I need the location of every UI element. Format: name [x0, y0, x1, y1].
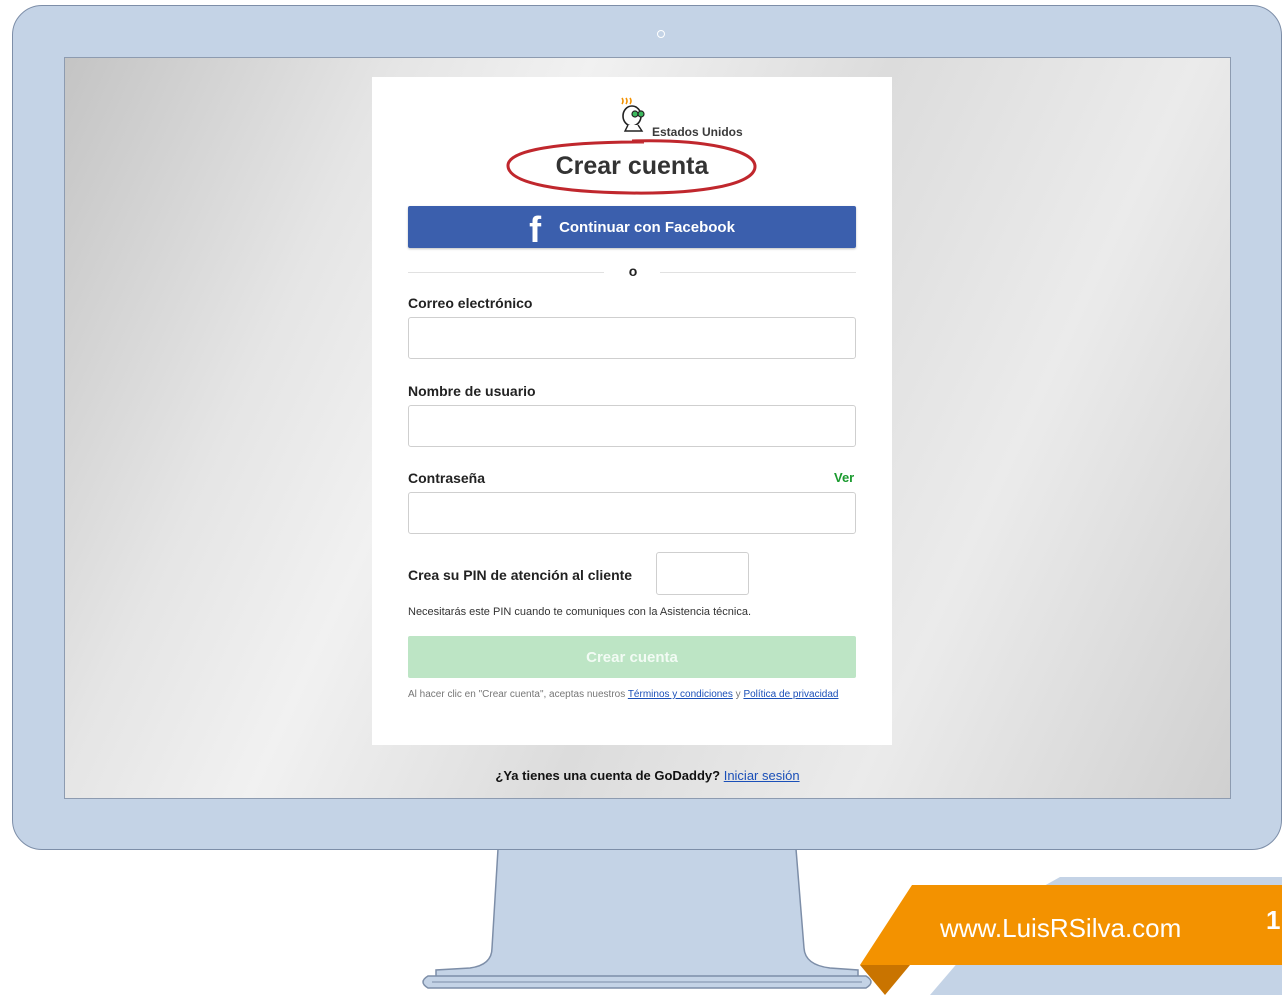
- password-field[interactable]: [408, 492, 856, 534]
- terms-link[interactable]: Términos y condiciones: [628, 689, 733, 700]
- login-prompt: ¿Ya tienes una cuenta de GoDaddy? Inicia…: [65, 768, 1230, 783]
- facebook-icon: f: [529, 209, 542, 250]
- terms-prefix: Al hacer clic en "Crear cuenta", aceptas…: [408, 689, 626, 700]
- signup-card: Estados Unidos Crear cuenta f Continuar …: [372, 77, 892, 745]
- annotation-circle: [506, 139, 757, 195]
- show-password-link[interactable]: Ver: [834, 470, 854, 485]
- monitor-screen: Estados Unidos Crear cuenta f Continuar …: [64, 57, 1231, 799]
- terms-and: y: [735, 689, 741, 700]
- login-link[interactable]: Iniciar sesión: [724, 768, 800, 783]
- facebook-button[interactable]: f Continuar con Facebook: [408, 206, 856, 250]
- terms-notice: Al hacer clic en "Crear cuenta", aceptas…: [408, 684, 858, 706]
- divider-or: o: [628, 263, 638, 279]
- camera-icon: [657, 30, 665, 38]
- watermark-website: www.LuisRSilva.com: [940, 913, 1182, 943]
- facebook-button-label: Continuar con Facebook: [559, 218, 735, 236]
- create-account-button[interactable]: Crear cuenta: [408, 636, 856, 678]
- username-label: Nombre de usuario: [408, 383, 536, 399]
- privacy-link[interactable]: Política de privacidad: [743, 689, 838, 700]
- pin-label: Crea su PIN de atención al cliente: [408, 567, 633, 583]
- email-label: Correo electrónico: [408, 295, 533, 311]
- divider-right: [660, 272, 856, 273]
- pin-field[interactable]: [656, 552, 749, 595]
- divider-left: [408, 272, 604, 273]
- email-field[interactable]: [408, 317, 856, 359]
- pin-help-text: Necesitarás este PIN cuando te comunique…: [408, 606, 752, 618]
- username-field[interactable]: [408, 405, 856, 447]
- page-number: 1: [1266, 905, 1281, 935]
- stand-neck: [435, 848, 859, 979]
- login-prompt-text: ¿Ya tienes una cuenta de GoDaddy?: [495, 768, 721, 783]
- password-label: Contraseña: [408, 470, 486, 486]
